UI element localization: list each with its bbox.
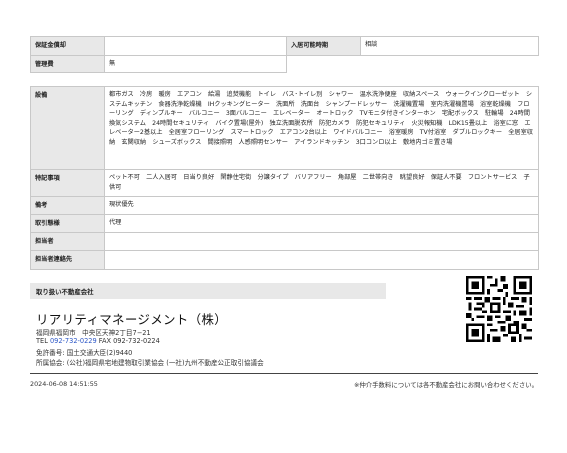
print-timestamp: 2024-06-08 14:51:55 — [30, 380, 98, 388]
deal-row: 取引態様 代理 — [30, 214, 539, 233]
agency-header: 取り扱い不動産会社 — [30, 283, 386, 299]
remarks-label: 備考 — [31, 197, 105, 215]
qr-code[interactable] — [466, 276, 532, 342]
association: 所属協会: (公社)福岡県宅地建物取引業協会 (一社)九州不動産公正取引協議会 — [36, 359, 264, 367]
company-address: 福岡県福岡市 中央区天神2丁目7−21 — [36, 329, 151, 337]
mgmt-label: 管理費 — [31, 56, 105, 73]
deal-value: 代理 — [105, 215, 539, 233]
remarks-row: 備考 現状優先 — [30, 196, 539, 215]
staff-value — [105, 233, 539, 251]
deposit-label: 保証金償却 — [31, 37, 105, 56]
fee-note: ※仲介手数料については各不動産会社にお問い合わせください。 — [354, 381, 538, 389]
tel-link[interactable]: 092-732-0229 — [50, 337, 97, 345]
remarks-value: 現状優先 — [105, 197, 539, 215]
move-in-label: 入居可能時期 — [287, 37, 361, 56]
equip-row: 設備 都市ガス 冷房 暖房 エアコン 給湯 追焚機能 トイレ バス･トイレ別 シ… — [30, 86, 539, 170]
license-number: 免許番号: 国土交通大臣(2)9440 — [36, 349, 133, 357]
equip-label: 設備 — [31, 87, 105, 170]
mgmt-value: 無 — [105, 56, 287, 73]
company-name: リアリティマネージメント（株） — [36, 312, 228, 327]
tel-label: TEL — [36, 337, 50, 345]
deal-label: 取引態様 — [31, 215, 105, 233]
company-phone: TEL 092-732-0229 FAX 092-732-0224 — [36, 337, 160, 345]
special-row: 特記事項 ペット不可 二人入居可 日当り良好 閑静住宅街 分譲タイプ バリアフリ… — [30, 169, 539, 197]
fax-text: FAX 092-732-0224 — [96, 337, 160, 345]
footer-divider — [30, 373, 538, 374]
special-label: 特記事項 — [31, 170, 105, 197]
special-value: ペット不可 二人入居可 日当り良好 閑静住宅街 分譲タイプ バリアフリー 角部屋… — [105, 170, 539, 197]
staff-contact-value — [105, 251, 539, 269]
deposit-value — [105, 37, 287, 56]
staff-row: 担当者 — [30, 232, 539, 251]
equip-value: 都市ガス 冷房 暖房 エアコン 給湯 追焚機能 トイレ バス･トイレ別 シャワー… — [105, 87, 539, 170]
move-in-value: 相談 — [361, 37, 539, 56]
staff-contact-row: 担当者連絡先 — [30, 250, 539, 270]
deposit-row: 保証金償却 入居可能時期 相談 — [30, 36, 539, 56]
mgmt-row: 管理費 無 — [30, 55, 539, 73]
staff-contact-label: 担当者連絡先 — [31, 251, 105, 269]
staff-label: 担当者 — [31, 233, 105, 251]
